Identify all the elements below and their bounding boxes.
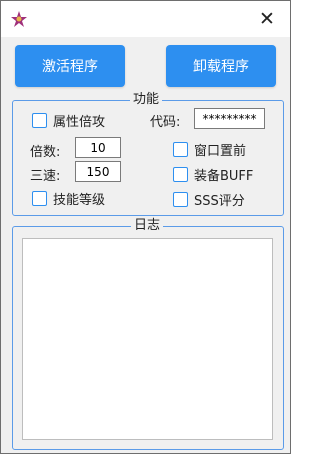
checkbox-box[interactable] [173, 142, 188, 157]
checkbox-box[interactable] [32, 191, 47, 206]
app-logo-icon [11, 11, 27, 27]
close-icon: ✕ [259, 8, 275, 30]
triple-speed-field[interactable]: 150 [75, 161, 121, 182]
uninstall-program-button[interactable]: 卸载程序 [166, 45, 276, 87]
triple-speed-label: 三速: [30, 169, 61, 184]
log-group-title: 日志 [131, 218, 164, 234]
equip-buff-checkbox[interactable]: 装备BUFF [173, 165, 253, 184]
code-label: 代码: [150, 115, 181, 130]
attribute-multiplier-checkbox[interactable]: 属性倍攻 [32, 111, 105, 130]
activate-program-button[interactable]: 激活程序 [15, 45, 125, 87]
checkbox-label: 技能等级 [53, 193, 106, 208]
multiplier-label: 倍数: [30, 145, 61, 160]
multiplier-field[interactable]: 10 [75, 137, 121, 158]
log-textarea[interactable] [22, 238, 273, 440]
skill-level-checkbox[interactable]: 技能等级 [32, 189, 105, 208]
window-top-checkbox[interactable]: 窗口置前 [173, 140, 246, 159]
checkbox-label: SSS评分 [194, 194, 245, 209]
code-field[interactable]: ********* [194, 108, 265, 129]
title-bar: ✕ [1, 1, 290, 37]
app-window: ✕ 激活程序 卸载程序 功能 属性倍攻 代码: ********* 倍数: 10… [0, 0, 291, 454]
checkbox-label: 装备BUFF [194, 169, 254, 184]
checkbox-label: 窗口置前 [194, 144, 247, 159]
checkbox-box[interactable] [32, 113, 47, 128]
checkbox-box[interactable] [173, 192, 188, 207]
features-group-title: 功能 [130, 92, 163, 108]
checkbox-label: 属性倍攻 [53, 115, 106, 130]
checkbox-box[interactable] [173, 167, 188, 182]
sss-score-checkbox[interactable]: SSS评分 [173, 190, 245, 209]
close-button[interactable]: ✕ [244, 1, 290, 37]
